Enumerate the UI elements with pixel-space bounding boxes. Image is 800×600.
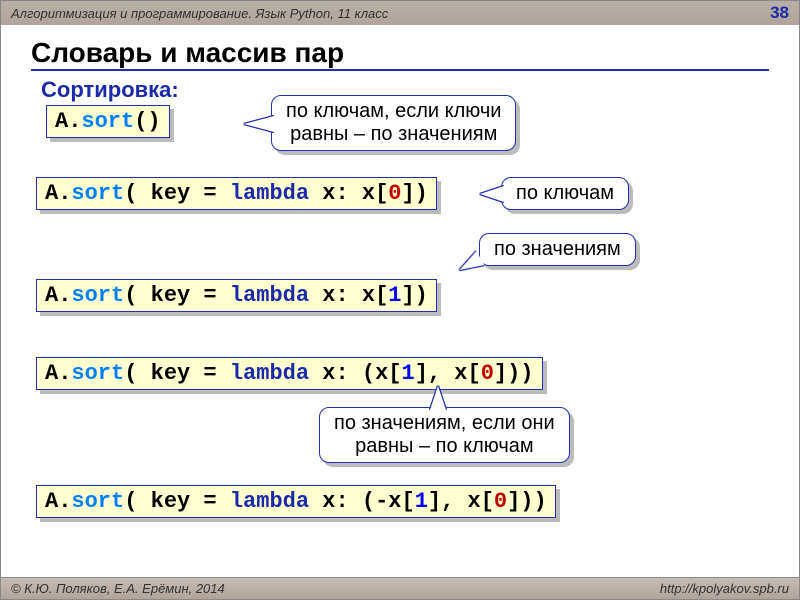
callout-tail-icon (430, 386, 446, 410)
callout-value-then-key: по значениям, если они равны – по ключам (319, 407, 570, 463)
callout-line: по ключам (516, 182, 614, 204)
callout-line: равны – по ключам (334, 435, 555, 458)
footer-url: http://kpolyakov.spb.ru (660, 581, 789, 596)
code-sort-default: A.sort() (46, 105, 170, 138)
callout-line: равны – по значениям (286, 123, 501, 146)
code-sort-by-value: A.sort( key = lambda x: x[1]) (36, 279, 437, 312)
code-sort-value-then-key: A.sort( key = lambda x: (x[1], x[0])) (36, 357, 543, 390)
slide-title: Словарь и массив пар (31, 37, 769, 71)
code-sort-by-key: A.sort( key = lambda x: x[0]) (36, 177, 437, 210)
callout-default: по ключам, если ключи равны – по значени… (271, 95, 516, 151)
topbar: Алгоритмизация и программирование. Язык … (1, 1, 799, 25)
footer-authors: © К.Ю. Поляков, Е.А. Ерёмин, 2014 (11, 581, 225, 596)
callout-by-key: по ключам (501, 177, 629, 210)
callout-line: по ключам, если ключи (286, 100, 501, 123)
page-number: 38 (770, 3, 789, 23)
callout-line: по значениям (494, 238, 621, 260)
slide-content: A.sort() по ключам, если ключи равны – п… (1, 105, 799, 585)
footer: © К.Ю. Поляков, Е.А. Ерёмин, 2014 http:/… (1, 577, 799, 599)
course-title: Алгоритмизация и программирование. Язык … (11, 6, 388, 21)
callout-line: по значениям, если они (334, 412, 555, 435)
callout-tail-icon (244, 116, 274, 132)
callout-tail-icon (456, 251, 485, 277)
code-sort-desc-value-then-key: A.sort( key = lambda x: (-x[1], x[0])) (36, 485, 556, 518)
callout-tail-icon (480, 186, 504, 202)
callout-by-value: по значениям (479, 233, 636, 266)
